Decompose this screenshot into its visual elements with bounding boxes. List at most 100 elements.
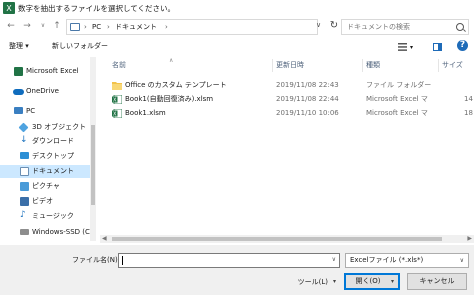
new-folder-button[interactable]: 新しいフォルダー bbox=[52, 41, 108, 52]
nav-item-music[interactable]: ♪ ミュージック bbox=[0, 210, 90, 223]
title-bar: X 数字を抽出するファイルを選択してください。 bbox=[0, 0, 474, 16]
address-history-chevron-icon[interactable]: ∨ bbox=[316, 21, 324, 33]
window-title: 数字を抽出するファイルを選択してください。 bbox=[18, 4, 176, 13]
filename-input[interactable] bbox=[119, 254, 319, 267]
file-row[interactable]: Office のカスタム テンプレート 2019/11/08 22:43 ファイ… bbox=[109, 79, 474, 92]
nav-item-pictures[interactable]: ピクチャ bbox=[0, 180, 90, 193]
scroll-left-icon[interactable]: ◀ bbox=[102, 235, 107, 243]
filename-history-chevron-icon[interactable]: ∨ bbox=[332, 256, 336, 263]
column-header-modified[interactable]: 更新日時 bbox=[276, 60, 304, 71]
picture-icon bbox=[20, 182, 29, 191]
nav-item-documents[interactable]: ドキュメント bbox=[0, 165, 90, 178]
pc-icon bbox=[70, 23, 80, 31]
search-box[interactable]: ドキュメントの検索 bbox=[341, 19, 469, 35]
back-arrow-icon[interactable]: ← bbox=[4, 19, 18, 33]
file-type-select[interactable]: Excelファイル (*.xls*) ∨ bbox=[345, 253, 469, 268]
command-bar: 整理 ▾ 新しいフォルダー ▾ ? bbox=[0, 37, 474, 57]
download-icon: ↓ bbox=[20, 135, 28, 145]
column-divider[interactable] bbox=[438, 59, 439, 72]
tools-button[interactable]: ツール(L) ▾ bbox=[286, 274, 340, 290]
cancel-label: キャンセル bbox=[419, 277, 455, 285]
column-divider[interactable] bbox=[362, 59, 363, 72]
refresh-icon[interactable]: ↻ bbox=[328, 20, 340, 32]
column-header-name[interactable]: 名前 bbox=[112, 60, 126, 71]
navigation-scrollbar[interactable] bbox=[90, 57, 96, 241]
chevron-down-icon: ∨ bbox=[459, 257, 464, 264]
address-bar[interactable]: › PC › ドキュメント › bbox=[66, 19, 318, 35]
excel-file-icon: X bbox=[112, 109, 122, 118]
file-type: ファイル フォルダー bbox=[366, 81, 432, 89]
cube-icon bbox=[18, 122, 29, 133]
nav-item-videos[interactable]: ビデオ bbox=[0, 195, 90, 208]
nav-item-label: ダウンロード bbox=[32, 137, 74, 145]
svg-text:X: X bbox=[113, 97, 117, 103]
help-icon[interactable]: ? bbox=[457, 40, 468, 51]
breadcrumb-separator-icon[interactable]: › bbox=[84, 22, 87, 33]
up-arrow-icon[interactable]: ↑ bbox=[50, 19, 64, 33]
nav-item-microsoft-excel[interactable]: Microsoft Excel bbox=[0, 65, 90, 78]
navigation-pane: Microsoft Excel OneDrive PC 3D オブジェクト ↓ … bbox=[0, 57, 96, 241]
file-modified: 2019/11/10 10:06 bbox=[276, 109, 339, 117]
excel-app-icon: X bbox=[3, 2, 15, 14]
drive-icon bbox=[20, 229, 29, 235]
sort-caret-icon: ∧ bbox=[169, 57, 174, 64]
file-list: ∧ 名前 更新日時 種類 サイズ Office のカスタム テンプレート 201… bbox=[100, 57, 474, 241]
document-icon bbox=[20, 167, 29, 176]
nav-item-onedrive[interactable]: OneDrive bbox=[0, 85, 90, 98]
filename-field[interactable]: ∨ bbox=[118, 253, 340, 268]
column-header-size[interactable]: サイズ bbox=[442, 60, 463, 71]
dialog-footer: ファイル名(N): ∨ Excelファイル (*.xls*) ∨ ツール(L) … bbox=[0, 245, 474, 295]
nav-item-downloads[interactable]: ↓ ダウンロード bbox=[0, 135, 90, 148]
search-icon[interactable] bbox=[456, 23, 464, 31]
preview-pane-icon[interactable] bbox=[433, 43, 442, 51]
nav-item-label: ドキュメント bbox=[32, 167, 74, 175]
video-icon bbox=[20, 197, 29, 206]
navigation-bar: ← → ∨ ↑ › PC › ドキュメント › ∨ ↻ ドキュメントの検索 bbox=[0, 16, 474, 37]
file-size: 18 bbox=[464, 109, 473, 117]
cancel-button[interactable]: キャンセル bbox=[407, 273, 467, 290]
nav-item-label: PC bbox=[26, 107, 36, 115]
file-row[interactable]: X Book1.xlsm 2019/11/10 10:06 Microsoft … bbox=[109, 107, 474, 120]
chevron-down-icon: ▾ bbox=[332, 278, 336, 285]
chevron-down-icon[interactable]: ▾ bbox=[391, 274, 394, 289]
nav-item-pc[interactable]: PC bbox=[0, 105, 90, 118]
organize-button[interactable]: 整理 ▾ bbox=[9, 41, 29, 52]
view-options-icon[interactable] bbox=[398, 43, 407, 51]
file-type: Microsoft Excel マ bbox=[366, 95, 428, 103]
nav-item-label: 3D オブジェクト bbox=[32, 123, 87, 131]
breadcrumb-documents[interactable]: ドキュメント bbox=[115, 22, 157, 33]
text-caret bbox=[122, 256, 123, 265]
view-options-chevron-icon[interactable]: ▾ bbox=[410, 42, 413, 53]
scrollbar-thumb[interactable] bbox=[91, 125, 95, 205]
folder-icon bbox=[112, 82, 122, 90]
scrollbar-thumb[interactable] bbox=[112, 237, 442, 241]
svg-text:X: X bbox=[6, 4, 12, 13]
scroll-right-icon[interactable]: ▶ bbox=[467, 235, 472, 243]
music-icon: ♪ bbox=[20, 210, 26, 220]
file-type-value: Excelファイル (*.xls*) bbox=[350, 256, 424, 264]
nav-item-label: OneDrive bbox=[26, 87, 59, 95]
file-size: 14 bbox=[464, 95, 473, 103]
breadcrumb-separator-icon[interactable]: › bbox=[165, 22, 168, 33]
nav-item-3d-objects[interactable]: 3D オブジェクト bbox=[0, 121, 90, 134]
svg-text:X: X bbox=[113, 111, 117, 117]
forward-arrow-icon[interactable]: → bbox=[20, 19, 34, 33]
cloud-icon bbox=[13, 89, 24, 95]
horizontal-scrollbar[interactable]: ◀ ▶ bbox=[100, 235, 474, 243]
nav-item-desktop[interactable]: デスクトップ bbox=[0, 150, 90, 163]
nav-item-label: デスクトップ bbox=[32, 152, 74, 160]
breadcrumb-separator-icon[interactable]: › bbox=[107, 22, 110, 33]
open-label: 開く(O) bbox=[355, 277, 381, 285]
nav-item-label: Microsoft Excel bbox=[26, 67, 79, 75]
nav-item-windows-ssd[interactable]: Windows-SSD (C bbox=[0, 226, 90, 239]
file-modified: 2019/11/08 22:43 bbox=[276, 81, 339, 89]
filename-label: ファイル名(N): bbox=[72, 256, 121, 264]
file-type: Microsoft Excel マ bbox=[366, 109, 428, 117]
column-header-type[interactable]: 種類 bbox=[366, 60, 380, 71]
file-name: Office のカスタム テンプレート bbox=[125, 81, 227, 89]
file-row[interactable]: X Book1(自動回復済み).xlsm 2019/11/08 22:44 Mi… bbox=[109, 93, 474, 106]
breadcrumb-pc[interactable]: PC bbox=[92, 22, 101, 33]
open-button[interactable]: 開く(O) ▾ bbox=[344, 273, 400, 290]
column-divider[interactable] bbox=[272, 59, 273, 72]
recent-locations-chevron-icon[interactable]: ∨ bbox=[36, 19, 50, 33]
